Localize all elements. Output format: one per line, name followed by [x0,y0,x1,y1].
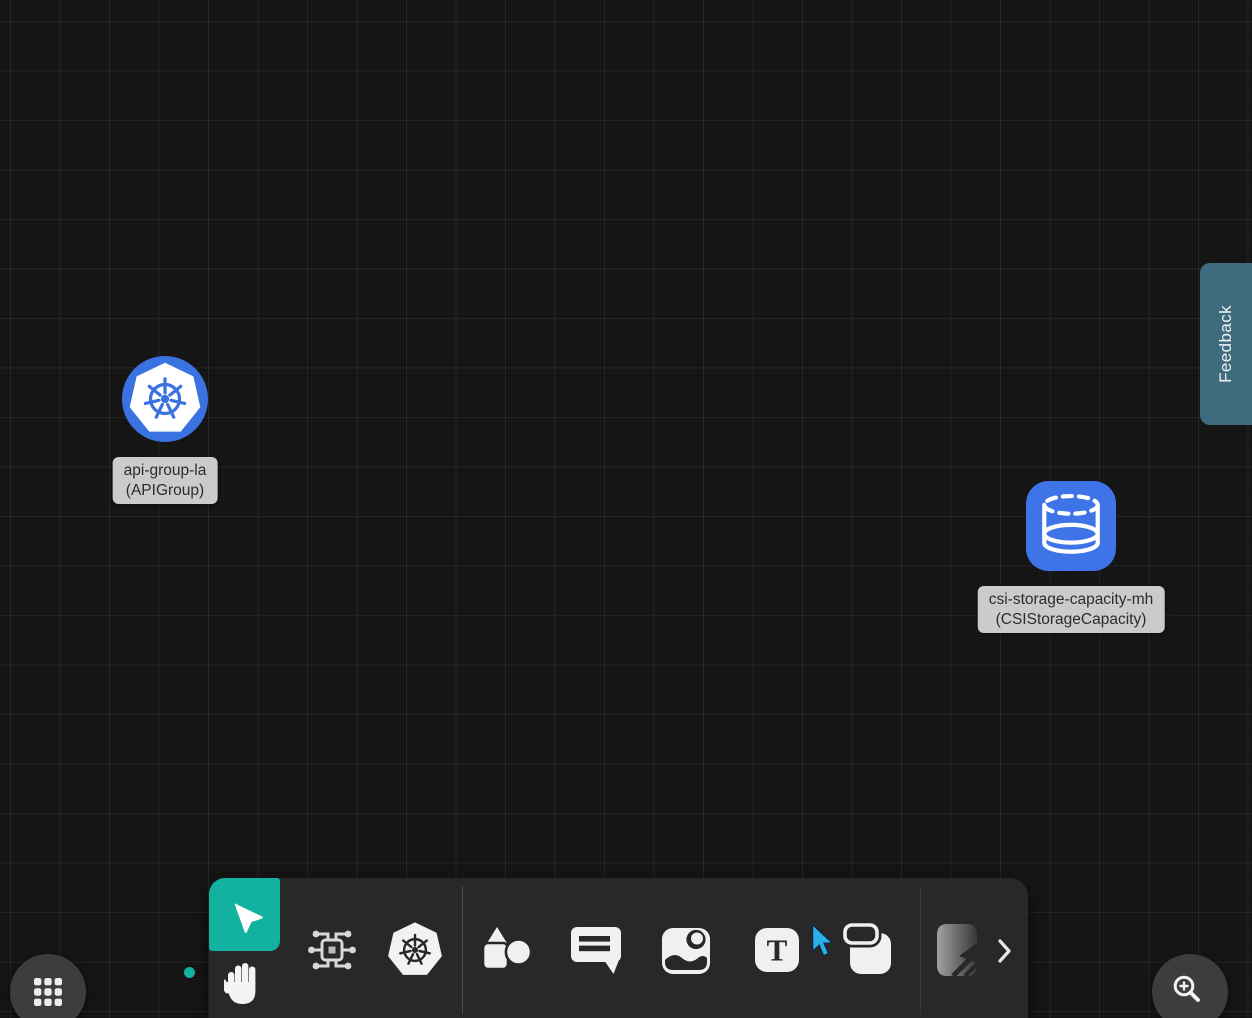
select-tool-button[interactable] [209,878,280,951]
toolbar-divider [920,886,921,1014]
more-tools-button[interactable] [991,936,1019,966]
text-icon: T [754,927,800,973]
feedback-tab-label: Feedback [1216,305,1236,383]
clipped-tool-icon [935,923,979,977]
card-icon [841,920,895,978]
zoom-in-icon [1170,972,1204,1006]
cursor-arrow-icon [226,896,264,934]
diagram-canvas[interactable]: api-group-la (APIGroup) csi-storage-capa… [0,0,1252,1018]
image-icon [661,927,711,975]
card-tool-button[interactable] [841,920,895,978]
shapes-icon [480,926,536,974]
node-label: api-group-la (APIGroup) [113,457,218,504]
kubernetes-icon [122,356,208,442]
hand-icon [224,962,264,1008]
active-tool-indicator-dot [184,967,195,978]
storage-cylinder-icon [1026,481,1116,571]
toolbar-divider [462,886,463,1014]
node-csi-storage-capacity[interactable] [1026,481,1116,571]
kubernetes-tool-button[interactable] [386,921,444,979]
node-kind: (APIGroup) [124,481,207,501]
image-tool-button[interactable] [661,927,711,975]
feedback-tab[interactable]: Feedback [1200,263,1252,425]
node-kind: (CSIStorageCapacity) [989,610,1154,630]
comment-icon [569,924,623,976]
chevron-right-icon [996,938,1014,964]
pan-tool-button[interactable] [221,960,267,1010]
node-name: api-group-la [124,461,207,481]
node-api-group[interactable] [122,356,208,442]
comment-tool-button[interactable] [569,924,623,976]
node-label: csi-storage-capacity-mh (CSIStorageCapac… [978,586,1165,633]
bottom-toolbar: T [209,878,1028,1018]
svg-text:T: T [767,933,788,968]
node-name: csi-storage-capacity-mh [989,590,1154,610]
components-tool-button[interactable] [304,922,360,978]
clipped-tool-button[interactable] [935,923,979,977]
shapes-tool-button[interactable] [480,926,536,974]
circuit-chip-icon [304,922,360,978]
kubernetes-wheel-icon [386,921,444,979]
text-tool-button[interactable]: T [754,927,800,973]
apps-grid-icon [33,977,63,1007]
